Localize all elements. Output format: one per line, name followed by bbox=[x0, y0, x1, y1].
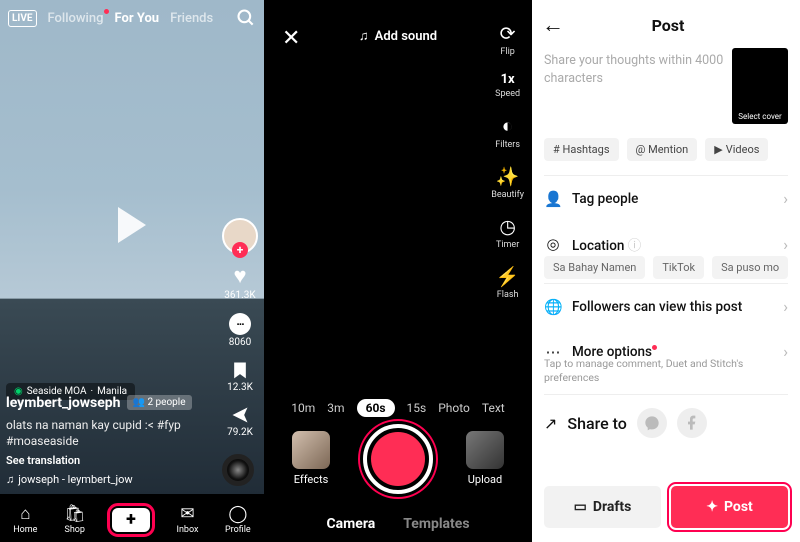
dur-60s[interactable]: 60s bbox=[357, 399, 395, 417]
camera-screen: ✕ ♫Add sound ⟳Flip 1xSpeed ◐Filters ✨Bea… bbox=[264, 0, 532, 542]
caption-text: olats na naman kay cupid :< #fyp #moasea… bbox=[6, 417, 208, 449]
dur-photo[interactable]: Photo bbox=[438, 401, 470, 415]
globe-icon: 🌐 bbox=[544, 298, 562, 316]
post-screen: ← Post Share your thoughts within 4000 c… bbox=[532, 0, 800, 542]
see-translation[interactable]: See translation bbox=[6, 454, 208, 467]
caption-input[interactable]: Share your thoughts within 4000 characte… bbox=[544, 48, 724, 124]
nav-following[interactable]: Following bbox=[48, 11, 104, 26]
tool-speed[interactable]: 1xSpeed bbox=[495, 72, 520, 99]
comment-button[interactable]: ···8060 bbox=[229, 313, 251, 348]
sound-disc[interactable] bbox=[222, 454, 254, 486]
loc-suggestion[interactable]: Sa Bahay Namen bbox=[544, 256, 645, 279]
nav-friends[interactable]: Friends bbox=[170, 11, 213, 26]
share-facebook[interactable] bbox=[677, 408, 707, 438]
nav-home[interactable]: ⌂Home bbox=[13, 504, 37, 535]
sound-marquee[interactable]: ♫jowseph - leymbert_jow bbox=[6, 473, 208, 486]
inbox-icon: ✉ bbox=[180, 504, 194, 524]
row-visibility[interactable]: 🌐 Followers can view this post › bbox=[544, 283, 788, 329]
filters-icon: ◐ bbox=[502, 114, 513, 138]
tool-flip[interactable]: ⟳Flip bbox=[500, 22, 516, 57]
tool-flash[interactable]: ⚡Flash bbox=[496, 265, 520, 300]
people-badge[interactable]: 👥 2 people bbox=[127, 395, 192, 410]
nav-inbox[interactable]: ✉Inbox bbox=[177, 504, 199, 535]
dur-text[interactable]: Text bbox=[482, 401, 505, 415]
cover-selector[interactable]: Select cover bbox=[732, 48, 788, 124]
username[interactable]: leymbert_jowseph bbox=[6, 395, 121, 411]
loc-suggestion[interactable]: Sa puso mo bbox=[712, 256, 788, 279]
sparkle-icon: ✦ bbox=[706, 499, 718, 515]
share-to-label: Share to bbox=[567, 414, 626, 433]
nav-for-you[interactable]: For You bbox=[114, 11, 159, 26]
feed-screen: LIVE Following For You Friends + ♥361.3K… bbox=[0, 0, 264, 542]
tab-templates[interactable]: Templates bbox=[403, 516, 469, 532]
dur-3m[interactable]: 3m bbox=[327, 401, 344, 415]
tool-beautify[interactable]: ✨Beautify bbox=[491, 165, 524, 200]
drafts-icon: ▭ bbox=[574, 499, 587, 515]
loc-suggestion[interactable]: TikTok bbox=[653, 256, 704, 279]
chip-mention[interactable]: @ Mention bbox=[627, 138, 698, 161]
chevron-right-icon: › bbox=[783, 297, 788, 316]
shop-icon: 🛍 bbox=[64, 504, 86, 524]
upload-button[interactable]: Upload bbox=[466, 431, 504, 486]
chevron-right-icon: › bbox=[783, 189, 788, 208]
tool-timer[interactable]: ◷Timer bbox=[496, 215, 519, 250]
search-icon[interactable] bbox=[236, 8, 256, 28]
post-button[interactable]: ✦Post bbox=[671, 486, 788, 528]
live-icon[interactable]: LIVE bbox=[8, 10, 37, 27]
flip-icon: ⟳ bbox=[500, 22, 516, 45]
duration-switcher[interactable]: 10m 3m 60s 15s Photo Text bbox=[264, 399, 532, 417]
note-icon: ♫ bbox=[6, 473, 14, 486]
home-icon: ⌂ bbox=[20, 504, 30, 524]
add-sound-button[interactable]: ♫Add sound bbox=[359, 28, 437, 44]
play-icon[interactable] bbox=[118, 207, 146, 243]
share-icon: ↗ bbox=[544, 414, 557, 433]
chevron-right-icon: › bbox=[783, 235, 788, 254]
effects-button[interactable]: Effects bbox=[292, 431, 330, 486]
more-help-text: Tap to manage comment, Duet and Stitch's… bbox=[544, 357, 788, 394]
row-tag-people[interactable]: 👤 Tag people › bbox=[544, 176, 788, 221]
tab-camera[interactable]: Camera bbox=[326, 516, 375, 532]
location-icon: ◎ bbox=[544, 235, 562, 253]
follow-plus-icon[interactable]: + bbox=[232, 242, 248, 258]
page-title: Post bbox=[546, 16, 790, 35]
nav-profile[interactable]: ◯Profile bbox=[225, 504, 251, 535]
dur-15s[interactable]: 15s bbox=[407, 401, 427, 415]
profile-icon: ◯ bbox=[228, 504, 247, 524]
share-messenger[interactable] bbox=[637, 408, 667, 438]
chip-videos[interactable]: ▶ Videos bbox=[705, 138, 768, 161]
timer-icon: ◷ bbox=[499, 215, 516, 238]
share-button[interactable]: 79.2K bbox=[227, 405, 253, 438]
save-button[interactable]: 12.3K bbox=[227, 360, 253, 393]
beautify-icon: ✨ bbox=[496, 165, 520, 188]
dur-10m[interactable]: 10m bbox=[291, 401, 315, 415]
flash-icon: ⚡ bbox=[496, 265, 520, 288]
close-icon[interactable]: ✕ bbox=[282, 26, 300, 51]
person-icon: 👤 bbox=[544, 190, 562, 208]
nav-create[interactable]: + bbox=[112, 508, 150, 532]
nav-shop[interactable]: 🛍Shop bbox=[64, 504, 86, 535]
speed-icon: 1x bbox=[501, 72, 515, 87]
record-button[interactable] bbox=[363, 424, 433, 494]
chip-hashtags[interactable]: # Hashtags bbox=[544, 138, 619, 161]
chevron-right-icon: › bbox=[783, 342, 788, 361]
author-avatar[interactable]: + bbox=[222, 218, 258, 254]
like-button[interactable]: ♥361.3K bbox=[224, 266, 255, 301]
drafts-button[interactable]: ▭Drafts bbox=[544, 486, 661, 528]
tool-filters[interactable]: ◐Filters bbox=[495, 114, 520, 150]
note-icon: ♫ bbox=[359, 28, 369, 44]
